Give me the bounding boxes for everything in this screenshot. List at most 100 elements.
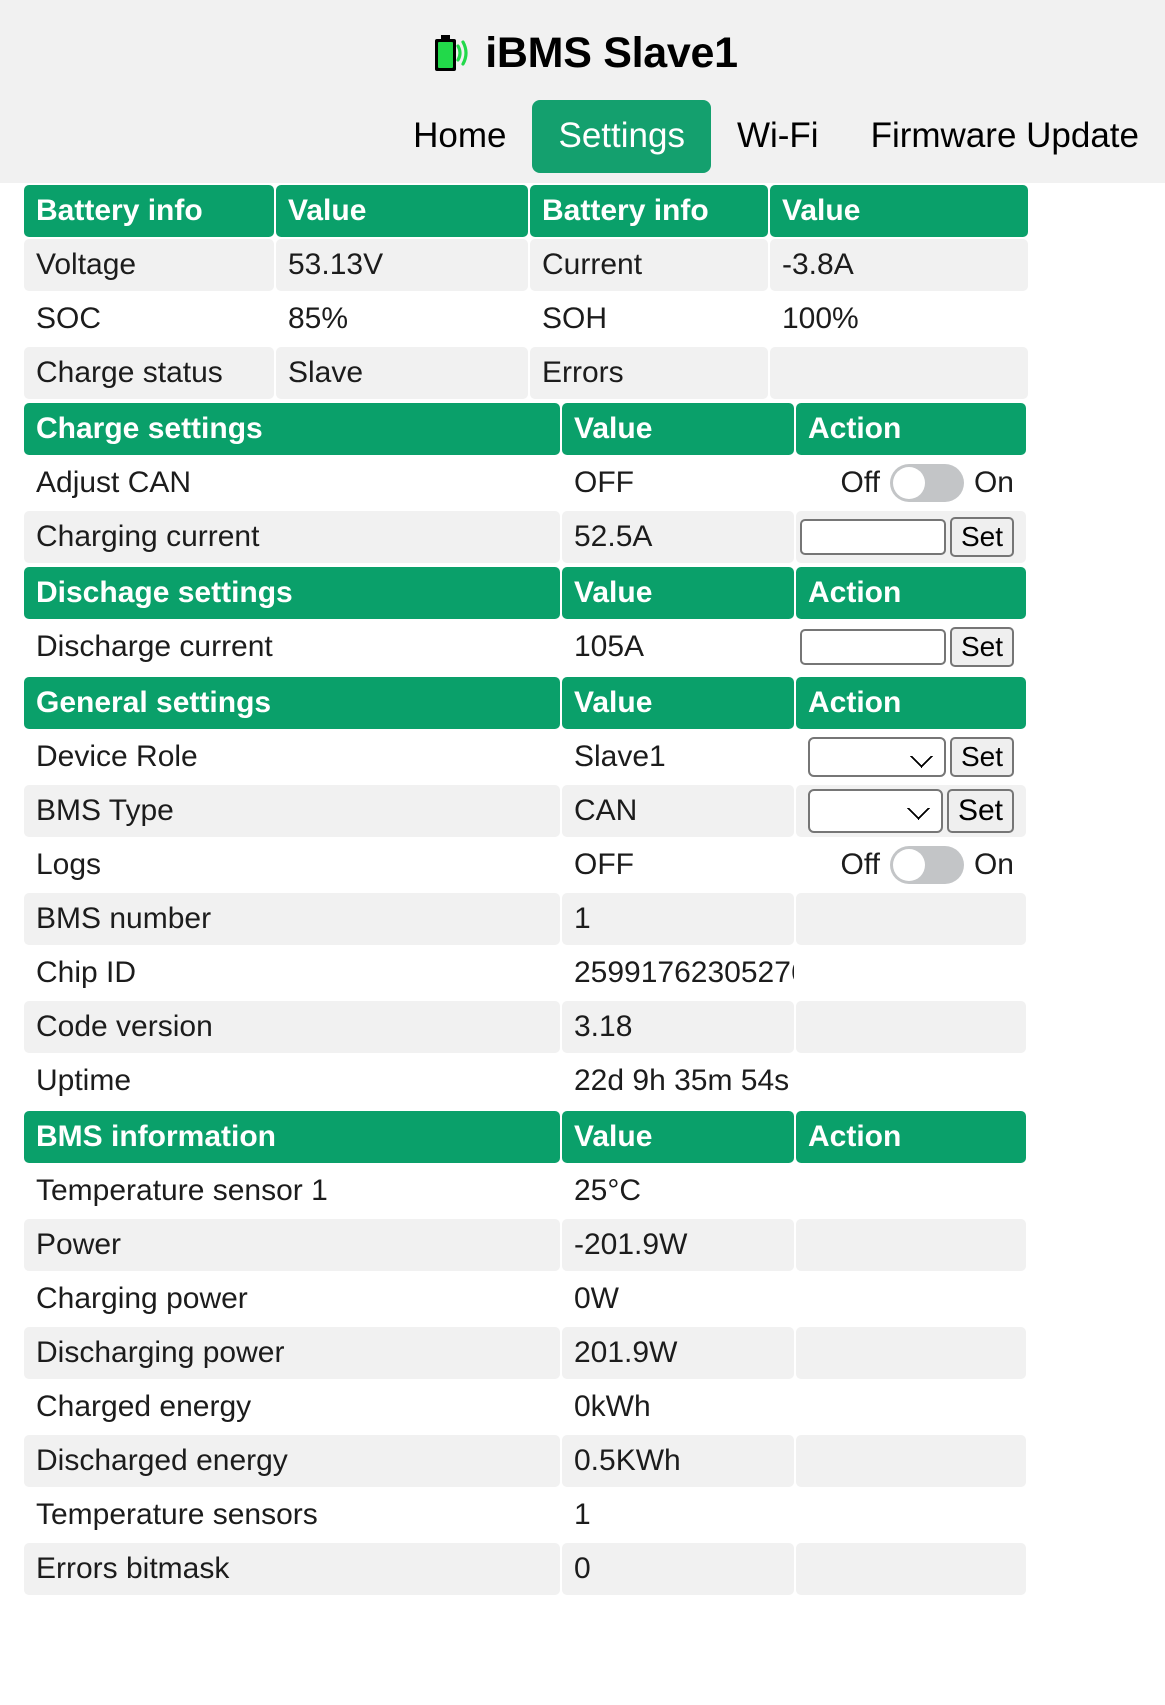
- bms-type-set-button[interactable]: Set: [946, 789, 1014, 833]
- toggle-knob: [892, 467, 925, 499]
- discharge-current-set-button[interactable]: Set: [949, 627, 1014, 667]
- nav-item-wifi[interactable]: Wi-Fi: [711, 100, 845, 173]
- row-value-chip-id: 259917623052764: [562, 947, 794, 999]
- nav-item-home[interactable]: Home: [387, 100, 532, 173]
- toggle-on-label-adjust-can: On: [973, 466, 1014, 499]
- row-value-discharge-current: 105A: [562, 621, 794, 673]
- table-row: Discharging power 201.9W: [24, 1327, 1026, 1379]
- row-label-current: Current: [530, 239, 768, 291]
- col-header-value: Value: [562, 567, 794, 619]
- main-nav: Home Settings Wi-Fi Firmware Update: [0, 100, 1165, 173]
- col-header-value-2: Value: [770, 185, 1028, 237]
- row-value-adjust-can: OFF: [562, 457, 794, 509]
- row-value-device-role: Slave1: [562, 731, 794, 783]
- col-header-value: Value: [562, 1111, 794, 1163]
- row-action-empty: [796, 1055, 1026, 1107]
- row-label-discharge-current: Discharge current: [24, 621, 560, 673]
- app-header: iBMS Slave1 Home Settings Wi-Fi Firmware…: [0, 0, 1165, 183]
- row-action-empty: [796, 1489, 1026, 1541]
- row-label-uptime: Uptime: [24, 1055, 560, 1107]
- battery-info-table: Battery info Value Battery info Value Vo…: [22, 183, 1030, 401]
- col-header-value: Value: [562, 403, 794, 455]
- battery-wireless-icon: [427, 31, 471, 75]
- bms-information-table: BMS information Value Action Temperature…: [22, 1109, 1028, 1597]
- row-label-temperature-sensors: Temperature sensors: [24, 1489, 560, 1541]
- charge-settings-header-row: Charge settings Value Action: [24, 403, 1026, 455]
- col-header-battery-info-1: Battery info: [24, 185, 274, 237]
- row-action-empty: [796, 1219, 1026, 1271]
- row-value-code-version: 3.18: [562, 1001, 794, 1053]
- row-action-empty: [796, 1543, 1026, 1595]
- general-settings-table: General settings Value Action Device Rol…: [22, 675, 1028, 1109]
- row-label-code-version: Code version: [24, 1001, 560, 1053]
- table-row: Errors bitmask 0: [24, 1543, 1026, 1595]
- row-action-empty: [796, 947, 1026, 999]
- bms-type-select[interactable]: [808, 789, 943, 833]
- table-row: Device Role Slave1 Set: [24, 731, 1026, 783]
- row-value-uptime: 22d 9h 35m 54s: [562, 1055, 794, 1107]
- general-settings-header-row: General settings Value Action: [24, 677, 1026, 729]
- row-action-device-role: Set: [796, 731, 1026, 783]
- row-label-charged-energy: Charged energy: [24, 1381, 560, 1433]
- row-action-logs: Off On: [796, 839, 1026, 891]
- table-row: Temperature sensor 1 25°C: [24, 1165, 1026, 1217]
- row-value-charging-current: 52.5A: [562, 511, 794, 563]
- toggle-switch-adjust-can[interactable]: [889, 464, 964, 502]
- row-value-bms-type: CAN: [562, 785, 794, 837]
- row-label-errors: Errors: [530, 347, 768, 399]
- row-label-adjust-can: Adjust CAN: [24, 457, 560, 509]
- charging-current-set-button[interactable]: Set: [949, 517, 1014, 557]
- toggle-switch-logs[interactable]: [889, 846, 964, 884]
- row-value-errors: [770, 347, 1028, 399]
- row-action-charging-current: Set: [796, 511, 1026, 563]
- row-value-discharging-power: 201.9W: [562, 1327, 794, 1379]
- row-value-voltage: 53.13V: [276, 239, 528, 291]
- row-value-temperature-sensors: 1: [562, 1489, 794, 1541]
- toggle-on-label-logs: On: [973, 848, 1014, 881]
- nav-item-settings[interactable]: Settings: [532, 100, 711, 173]
- charge-settings-table: Charge settings Value Action Adjust CAN …: [22, 401, 1028, 565]
- row-value-soc: 85%: [276, 293, 528, 345]
- row-label-device-role: Device Role: [24, 731, 560, 783]
- row-label-bms-number: BMS number: [24, 893, 560, 945]
- discharge-settings-table: Dischage settings Value Action Discharge…: [22, 565, 1028, 675]
- nav-item-firmware-update[interactable]: Firmware Update: [845, 100, 1165, 173]
- row-action-empty: [796, 1001, 1026, 1053]
- row-value-power: -201.9W: [562, 1219, 794, 1271]
- bms-information-header-row: BMS information Value Action: [24, 1111, 1026, 1163]
- row-value-bms-number: 1: [562, 893, 794, 945]
- row-action-adjust-can: Off On: [796, 457, 1026, 509]
- table-row: Uptime 22d 9h 35m 54s: [24, 1055, 1026, 1107]
- table-row: Power -201.9W: [24, 1219, 1026, 1271]
- row-label-charging-power: Charging power: [24, 1273, 560, 1325]
- page-title: iBMS Slave1: [485, 28, 738, 77]
- table-row: Voltage 53.13V Current -3.8A: [24, 239, 1028, 291]
- col-header-action: Action: [796, 1111, 1026, 1163]
- row-label-soh: SOH: [530, 293, 768, 345]
- row-label-temperature-sensor-1: Temperature sensor 1: [24, 1165, 560, 1217]
- col-header-value-1: Value: [276, 185, 528, 237]
- col-header-battery-info-2: Battery info: [530, 185, 768, 237]
- row-label-discharging-power: Discharging power: [24, 1327, 560, 1379]
- row-value-charged-energy: 0kWh: [562, 1381, 794, 1433]
- col-header-charge-settings: Charge settings: [24, 403, 560, 455]
- table-row: Chip ID 259917623052764: [24, 947, 1026, 999]
- row-value-errors-bitmask: 0: [562, 1543, 794, 1595]
- device-role-set-button[interactable]: Set: [949, 737, 1014, 777]
- col-header-bms-information: BMS information: [24, 1111, 560, 1163]
- table-row: Charging power 0W: [24, 1273, 1026, 1325]
- row-value-soh: 100%: [770, 293, 1028, 345]
- table-row: Temperature sensors 1: [24, 1489, 1026, 1541]
- row-action-bms-type: Set: [796, 785, 1026, 837]
- row-action-empty: [796, 893, 1026, 945]
- device-role-select[interactable]: [808, 737, 946, 777]
- table-row: Logs OFF Off On: [24, 839, 1026, 891]
- charging-current-input[interactable]: [799, 519, 946, 555]
- discharge-current-input[interactable]: [799, 629, 946, 665]
- row-label-charge-status: Charge status: [24, 347, 274, 399]
- row-label-logs: Logs: [24, 839, 560, 891]
- col-header-action: Action: [796, 567, 1026, 619]
- row-label-voltage: Voltage: [24, 239, 274, 291]
- row-value-charging-power: 0W: [562, 1273, 794, 1325]
- table-row: Code version 3.18: [24, 1001, 1026, 1053]
